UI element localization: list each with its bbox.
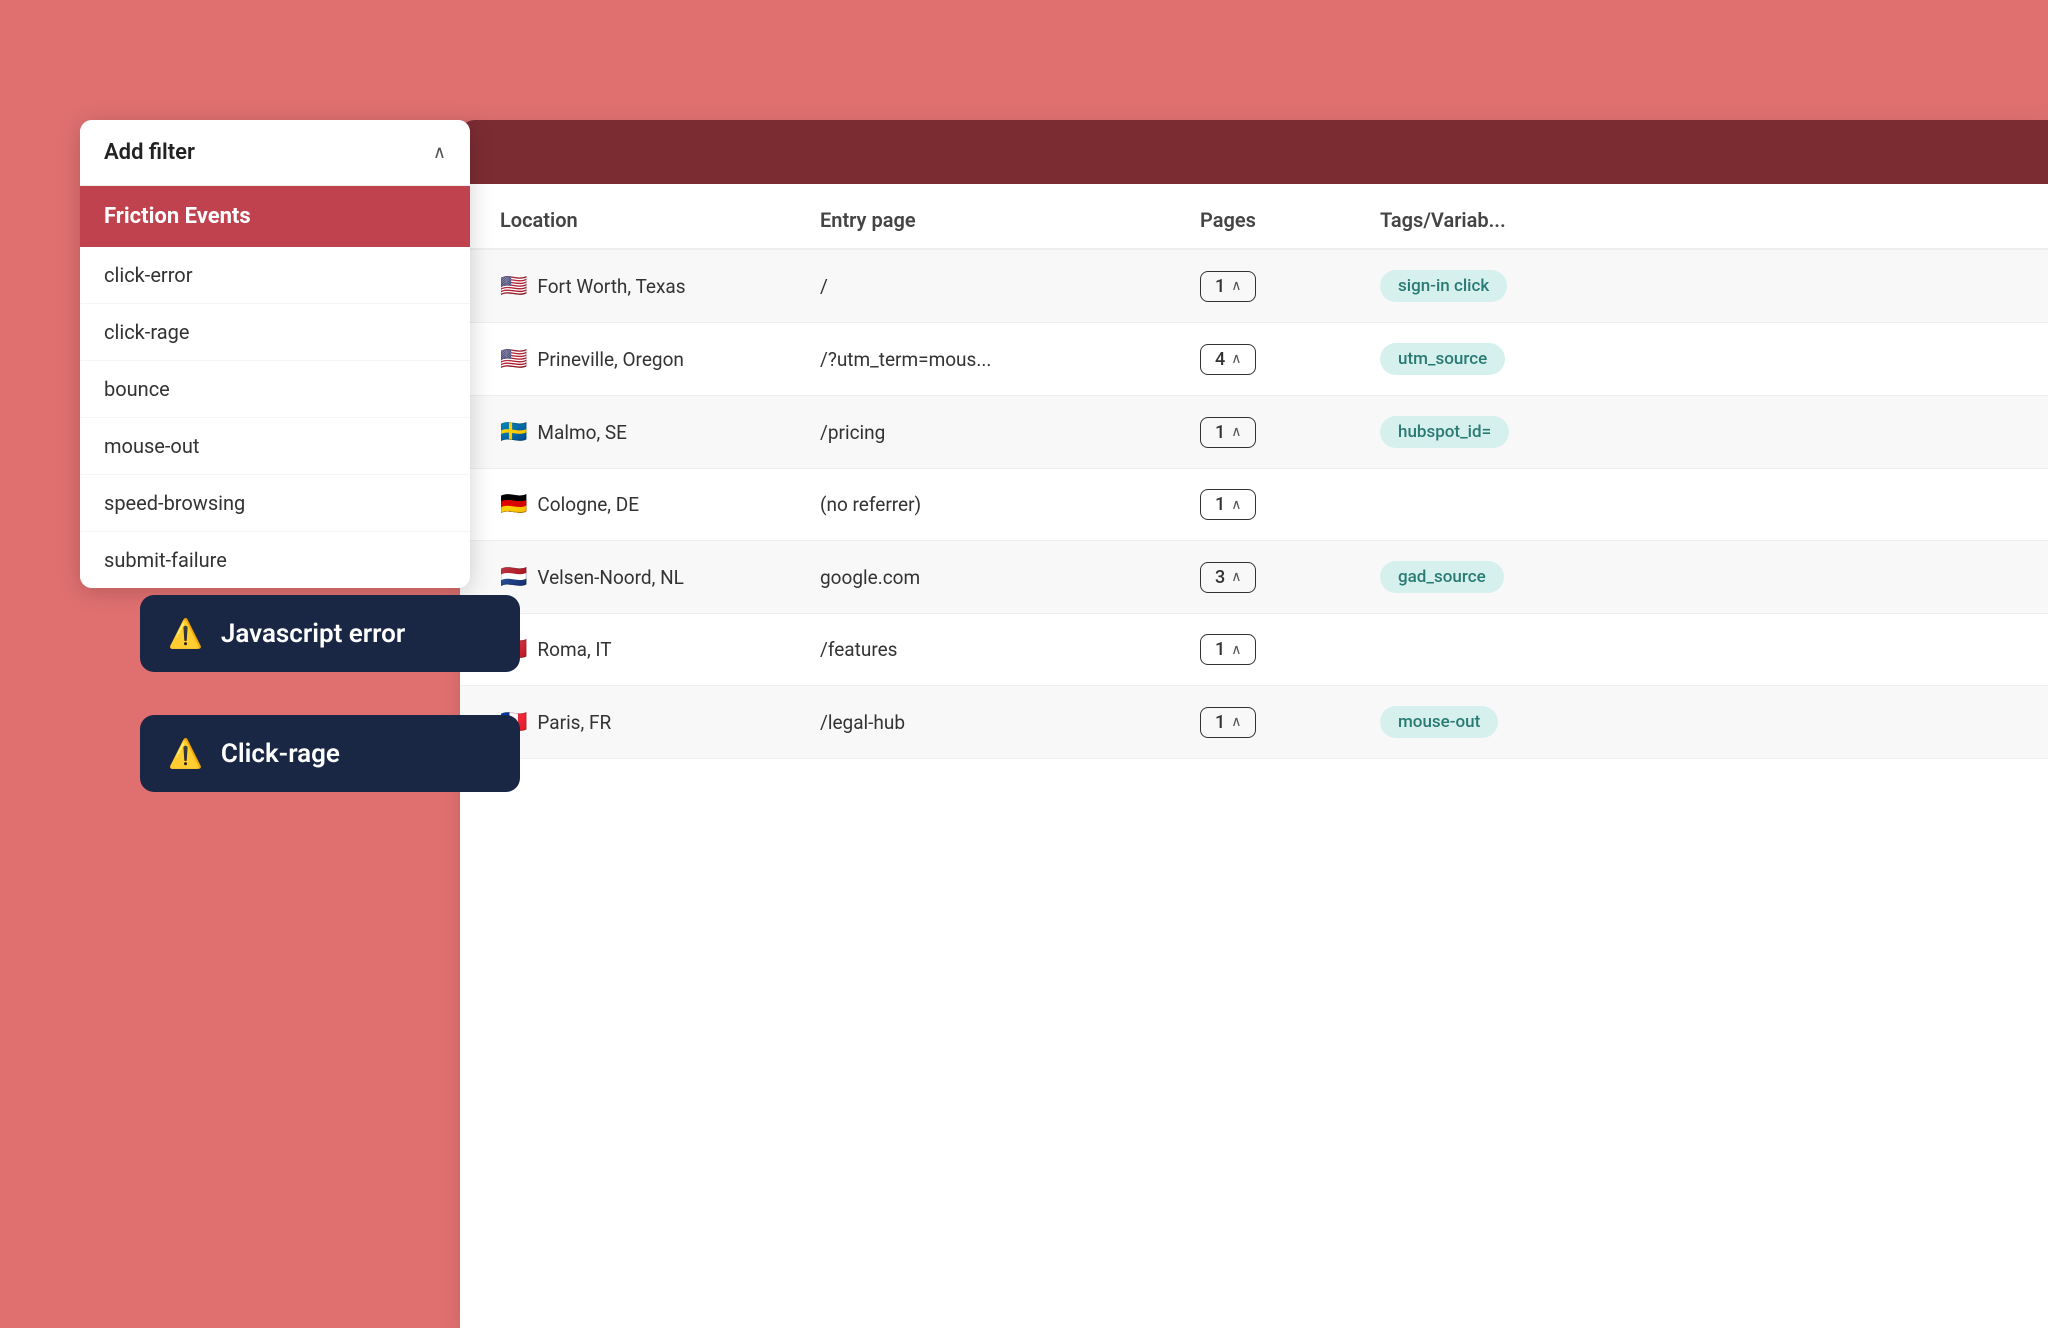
cell-pages: 1∧ — [1200, 707, 1380, 738]
cell-pages: 3∧ — [1200, 562, 1380, 593]
table-row[interactable]: 🇳🇱Velsen-Noord, NLgoogle.com3∧gad_source — [460, 541, 2048, 614]
pages-count: 1 — [1215, 276, 1225, 297]
pages-badge[interactable]: 1∧ — [1200, 271, 1256, 302]
table-content: Location Entry page Pages Tags/Variab...… — [460, 184, 2048, 759]
warning-icon: ⚠️ — [168, 617, 203, 650]
cell-location: 🇮🇹Roma, IT — [500, 637, 820, 662]
pages-badge[interactable]: 1∧ — [1200, 707, 1256, 738]
filter-header[interactable]: Add filter ∧ — [80, 120, 470, 186]
filter-item[interactable]: submit-failure — [80, 532, 470, 588]
pages-badge[interactable]: 1∧ — [1200, 489, 1256, 520]
col-tags: Tags/Variab... — [1380, 208, 2008, 232]
cell-entry-page: /?utm_term=mous... — [820, 348, 1200, 371]
cell-entry-page: (no referrer) — [820, 493, 1200, 516]
chevron-up-icon: ∧ — [1231, 497, 1241, 513]
chevron-up-icon: ∧ — [1231, 569, 1241, 585]
pages-count: 1 — [1215, 639, 1225, 660]
location-name: Velsen-Noord, NL — [537, 566, 683, 589]
notification-badge-javascript-error[interactable]: ⚠️ Javascript error — [140, 595, 520, 672]
filter-item[interactable]: click-error — [80, 247, 470, 304]
table-panel: Location Entry page Pages Tags/Variab...… — [460, 120, 2048, 1328]
location-name: Roma, IT — [537, 638, 611, 661]
cell-tags: gad_source — [1380, 561, 2008, 593]
cell-location: 🇩🇪 Cologne, DE — [500, 492, 820, 517]
filter-selected-label: Friction Events — [104, 204, 251, 229]
filter-item[interactable]: mouse-out — [80, 418, 470, 475]
cell-entry-page: /pricing — [820, 421, 1200, 444]
cell-location: 🇺🇸 Prineville, Oregon — [500, 347, 820, 372]
tag-badge: gad_source — [1380, 561, 1504, 593]
flag-icon: 🇳🇱 — [500, 565, 527, 590]
col-pages: Pages — [1200, 208, 1380, 232]
table-row[interactable]: 🇮🇹Roma, IT/features1∧ — [460, 614, 2048, 686]
pages-count: 4 — [1215, 349, 1225, 370]
filter-items-list: click-errorclick-ragebouncemouse-outspee… — [80, 247, 470, 588]
pages-badge[interactable]: 1∧ — [1200, 417, 1256, 448]
cell-tags: mouse-out — [1380, 706, 2008, 738]
cell-pages: 1∧ — [1200, 634, 1380, 665]
filter-item[interactable]: click-rage — [80, 304, 470, 361]
cell-location: 🇳🇱 Velsen-Noord, NL — [500, 565, 820, 590]
chevron-up-icon: ∧ — [433, 142, 446, 163]
table-row[interactable]: 🇩🇪Cologne, DE(no referrer)1∧ — [460, 469, 2048, 541]
filter-item[interactable]: bounce — [80, 361, 470, 418]
chevron-up-icon: ∧ — [1231, 714, 1241, 730]
cell-pages: 4∧ — [1200, 344, 1380, 375]
filter-panel: Add filter ∧ Friction Events click-error… — [80, 120, 470, 588]
location-name: Fort Worth, Texas — [537, 275, 685, 298]
notification-badge-click-rage[interactable]: ⚠️ Click-rage — [140, 715, 520, 792]
cell-tags: sign-in click — [1380, 270, 2008, 302]
table-row[interactable]: 🇺🇸Fort Worth, Texas/1∧sign-in click — [460, 250, 2048, 323]
flag-icon: 🇺🇸 — [500, 274, 527, 299]
notification-label: Javascript error — [221, 619, 405, 649]
pages-count: 1 — [1215, 494, 1225, 515]
cell-entry-page: /features — [820, 638, 1200, 661]
notification-label: Click-rage — [221, 739, 340, 769]
cell-location: 🇸🇪 Malmo, SE — [500, 420, 820, 445]
cell-pages: 1∧ — [1200, 271, 1380, 302]
tag-badge: utm_source — [1380, 343, 1505, 375]
tag-badge: sign-in click — [1380, 270, 1507, 302]
table-row[interactable]: 🇺🇸Prineville, Oregon/?utm_term=mous...4∧… — [460, 323, 2048, 396]
tag-badge: hubspot_id= — [1380, 416, 1509, 448]
table-columns-header: Location Entry page Pages Tags/Variab... — [460, 184, 2048, 250]
chevron-up-icon: ∧ — [1231, 351, 1241, 367]
pages-count: 1 — [1215, 712, 1225, 733]
cell-location: 🇺🇸 Fort Worth, Texas — [500, 274, 820, 299]
pages-count: 1 — [1215, 422, 1225, 443]
warning-icon: ⚠️ — [168, 737, 203, 770]
cell-pages: 1∧ — [1200, 417, 1380, 448]
table-row[interactable]: 🇸🇪Malmo, SE/pricing1∧hubspot_id= — [460, 396, 2048, 469]
cell-entry-page: /legal-hub — [820, 711, 1200, 734]
filter-header-label: Add filter — [104, 140, 195, 165]
table-rows-container: 🇺🇸Fort Worth, Texas/1∧sign-in click🇺🇸Pri… — [460, 250, 2048, 759]
flag-icon: 🇩🇪 — [500, 492, 527, 517]
table-header-bar — [460, 120, 2048, 184]
filter-item[interactable]: speed-browsing — [80, 475, 470, 532]
cell-pages: 1∧ — [1200, 489, 1380, 520]
col-entry-page: Entry page — [820, 208, 1200, 232]
location-name: Cologne, DE — [537, 493, 639, 516]
location-name: Malmo, SE — [537, 421, 627, 444]
filter-selected-item[interactable]: Friction Events — [80, 186, 470, 247]
col-location: Location — [500, 208, 820, 232]
cell-tags: utm_source — [1380, 343, 2008, 375]
cell-location: 🇫🇷Paris, FR — [500, 710, 820, 735]
flag-icon: 🇺🇸 — [500, 347, 527, 372]
chevron-up-icon: ∧ — [1231, 642, 1241, 658]
pages-count: 3 — [1215, 567, 1225, 588]
flag-icon: 🇸🇪 — [500, 420, 527, 445]
pages-badge[interactable]: 3∧ — [1200, 562, 1256, 593]
cell-entry-page: / — [820, 275, 1200, 298]
location-name: Prineville, Oregon — [537, 348, 684, 371]
chevron-up-icon: ∧ — [1231, 424, 1241, 440]
pages-badge[interactable]: 1∧ — [1200, 634, 1256, 665]
pages-badge[interactable]: 4∧ — [1200, 344, 1256, 375]
cell-tags: hubspot_id= — [1380, 416, 2008, 448]
location-name: Paris, FR — [537, 711, 611, 734]
chevron-up-icon: ∧ — [1231, 278, 1241, 294]
cell-entry-page: google.com — [820, 566, 1200, 589]
tag-badge: mouse-out — [1380, 706, 1498, 738]
table-row[interactable]: 🇫🇷Paris, FR/legal-hub1∧mouse-out — [460, 686, 2048, 759]
